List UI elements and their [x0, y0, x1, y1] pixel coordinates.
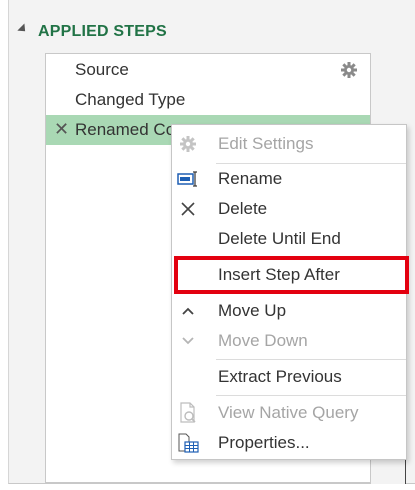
menu-label: Rename [218, 169, 283, 188]
menu-label: Move Up [218, 301, 287, 320]
menu-move-up[interactable]: Move Up [172, 296, 406, 326]
menu-extract-previous[interactable]: Extract Previous [172, 362, 406, 392]
menu-delete-until-end[interactable]: Delete Until End [172, 224, 406, 254]
step-label: Renamed Co [75, 120, 176, 139]
menu-edit-settings[interactable]: Edit Settings [172, 129, 406, 159]
rename-icon [177, 168, 199, 190]
menu-label: Move Down [218, 331, 308, 350]
menu-label: Properties... [218, 433, 310, 452]
menu-delete[interactable]: Delete [172, 194, 406, 224]
gear-icon [177, 133, 199, 155]
section-title: APPLIED STEPS [38, 23, 167, 40]
delete-step-icon[interactable]: ✕ [54, 120, 70, 138]
menu-rename[interactable]: Rename [172, 164, 406, 194]
menu-label: Delete Until End [218, 229, 341, 248]
menu-label: View Native Query [218, 403, 359, 422]
document-icon [177, 402, 199, 424]
menu-label: Extract Previous [218, 367, 342, 386]
close-icon [177, 198, 199, 220]
gear-icon[interactable] [340, 61, 358, 84]
menu-label: Delete [218, 199, 268, 218]
menu-move-down[interactable]: Move Down [172, 326, 406, 356]
highlight-annotation [174, 256, 409, 294]
step-label: Source [75, 60, 129, 79]
step-label: Changed Type [75, 90, 186, 109]
applied-steps-header[interactable]: APPLIED STEPS [17, 20, 167, 44]
chevron-up-icon [177, 300, 199, 322]
menu-properties[interactable]: Properties... [172, 428, 406, 458]
menu-view-native-query[interactable]: View Native Query [172, 398, 406, 428]
menu-separator [216, 395, 406, 396]
chevron-down-icon [177, 330, 199, 352]
properties-icon [177, 432, 199, 454]
collapse-arrow-icon[interactable] [17, 23, 29, 35]
menu-label: Edit Settings [218, 134, 314, 153]
step-source[interactable]: Source [46, 55, 370, 85]
menu-separator [216, 359, 406, 360]
step-changed-type[interactable]: Changed Type [46, 85, 370, 115]
